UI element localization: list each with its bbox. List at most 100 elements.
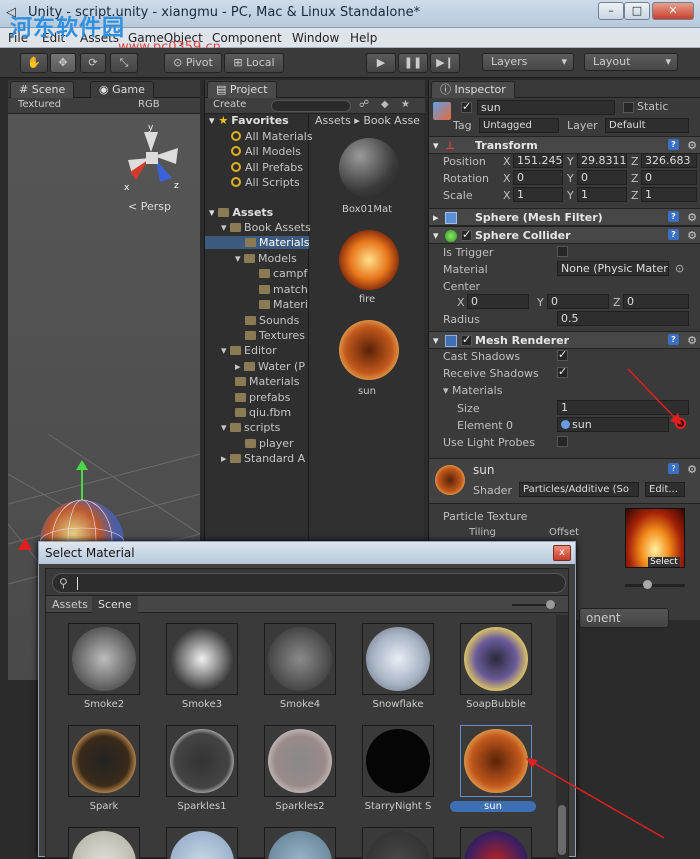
tab-project[interactable]: ▤ Project xyxy=(207,81,277,98)
close-window-button[interactable]: ✕ xyxy=(652,2,694,20)
filter-label-icon[interactable]: ◆ xyxy=(381,99,389,110)
material-thumb-snowflake[interactable] xyxy=(362,623,434,695)
tab-inspector[interactable]: ⓘ Inspector xyxy=(431,81,515,98)
thumbnail-size-thumb[interactable] xyxy=(546,600,555,609)
tree-assets[interactable]: ▾ Assets xyxy=(209,206,273,219)
tag-dropdown[interactable]: Untagged xyxy=(479,118,559,133)
center-z-field[interactable]: 0 xyxy=(623,294,689,309)
scale-z-field[interactable]: 1 xyxy=(641,187,697,202)
gear-icon[interactable]: ⚙ xyxy=(687,139,697,152)
tree-item-campf[interactable]: campf xyxy=(259,267,307,280)
scale-tool-button[interactable]: ⤡ xyxy=(110,53,138,73)
layer-dropdown[interactable]: Default xyxy=(605,118,689,133)
material-thumb-sparkles2[interactable] xyxy=(264,725,336,797)
tree-item-all-scripts[interactable]: All Scripts xyxy=(231,176,300,189)
tree-item-book-assets[interactable]: ▾ Book Assets xyxy=(221,221,311,234)
radius-field[interactable]: 0.5 xyxy=(557,311,689,326)
gear-icon[interactable]: ⚙ xyxy=(687,334,697,347)
gear-icon[interactable]: ⚙ xyxy=(687,463,697,476)
renderer-enabled-checkbox[interactable] xyxy=(461,333,472,346)
help-icon[interactable]: ? xyxy=(668,334,679,345)
help-icon[interactable]: ? xyxy=(668,463,679,474)
add-component-button[interactable]: onent xyxy=(579,608,669,628)
rotation-y-field[interactable]: 0 xyxy=(577,170,627,185)
light-probes-checkbox[interactable] xyxy=(557,436,568,447)
tree-item-materials-2[interactable]: Materials xyxy=(235,375,299,388)
particle-texture-slot[interactable]: Select xyxy=(625,508,685,568)
tree-item-materi[interactable]: Materi xyxy=(259,298,308,311)
gear-icon[interactable]: ⚙ xyxy=(687,211,697,224)
material-thumb-row3-3[interactable] xyxy=(264,827,336,859)
material-thumb-row3-4[interactable] xyxy=(362,827,434,859)
tree-item-qiu[interactable]: qiu.fbm xyxy=(235,406,291,419)
filter-type-icon[interactable]: ☍ xyxy=(359,99,369,110)
create-dropdown[interactable]: Create xyxy=(213,99,246,110)
tab-scene[interactable]: Scene xyxy=(92,596,138,613)
rgb-dropdown[interactable]: RGB xyxy=(138,99,160,110)
tree-item-player[interactable]: player xyxy=(245,437,294,450)
texture-slider-thumb[interactable] xyxy=(643,580,652,589)
shading-dropdown[interactable]: Textured xyxy=(18,99,61,110)
mesh-filter-header[interactable]: ▸ Sphere (Mesh Filter) ? ⚙ xyxy=(429,208,700,226)
material-thumb-smoke3[interactable] xyxy=(166,623,238,695)
cast-shadows-checkbox[interactable] xyxy=(557,348,568,361)
tab-assets[interactable]: Assets xyxy=(52,598,88,611)
rotation-x-field[interactable]: 0 xyxy=(513,170,563,185)
tree-item-all-prefabs[interactable]: All Prefabs xyxy=(231,161,303,174)
project-search-input[interactable] xyxy=(271,100,351,112)
help-icon[interactable]: ? xyxy=(668,139,679,150)
materials-label[interactable]: ▾ Materials xyxy=(443,384,502,397)
center-y-field[interactable]: 0 xyxy=(547,294,609,309)
position-y-field[interactable]: 29.8311 xyxy=(577,153,627,168)
maximize-button[interactable]: □ xyxy=(624,2,650,20)
is-trigger-checkbox[interactable] xyxy=(557,246,568,257)
hand-tool-button[interactable]: ✋ xyxy=(20,53,48,73)
material-thumb-smoke2[interactable] xyxy=(68,623,140,695)
dialog-search-input[interactable]: ⚲ xyxy=(52,573,566,593)
collider-material-field[interactable]: None (Physic Materi xyxy=(557,261,669,276)
move-tool-button[interactable]: ✥ xyxy=(50,53,76,73)
center-x-field[interactable]: 0 xyxy=(467,294,529,309)
scene-gizmo[interactable]: y x z xyxy=(118,122,190,194)
shader-dropdown[interactable]: Particles/Additive (So xyxy=(519,482,639,497)
tree-item-water[interactable]: ▸ Water (P xyxy=(235,360,305,373)
menu-component[interactable]: Component xyxy=(212,31,282,45)
tree-item-textures[interactable]: Textures xyxy=(245,329,305,342)
tree-item-editor[interactable]: ▾ Editor xyxy=(221,344,277,357)
material-thumb-smoke4[interactable] xyxy=(264,623,336,695)
gear-icon[interactable]: ⚙ xyxy=(687,229,697,242)
layers-dropdown[interactable]: Layers xyxy=(482,53,574,71)
collider-enabled-checkbox[interactable] xyxy=(461,228,472,241)
tree-item-match[interactable]: match xyxy=(259,283,308,296)
active-checkbox[interactable] xyxy=(461,100,472,113)
favorite-star-icon[interactable]: ★ xyxy=(401,99,410,110)
scale-y-field[interactable]: 1 xyxy=(577,187,627,202)
minimize-button[interactable]: – xyxy=(598,2,624,20)
asset-thumb-sun[interactable] xyxy=(339,320,399,380)
step-button[interactable]: ▶❙ xyxy=(430,53,460,73)
help-icon[interactable]: ? xyxy=(668,211,679,222)
material-header[interactable]: sun Shader Particles/Additive (So Edit..… xyxy=(429,458,700,504)
rotation-z-field[interactable]: 0 xyxy=(641,170,697,185)
tree-favorites[interactable]: ▾ ★ Favorites xyxy=(209,114,289,127)
static-checkbox[interactable] xyxy=(623,102,634,113)
material-thumb-soapbubble[interactable] xyxy=(460,623,532,695)
position-x-field[interactable]: 151.245 xyxy=(513,153,563,168)
scale-x-field[interactable]: 1 xyxy=(513,187,563,202)
asset-thumb-box01mat[interactable] xyxy=(339,138,399,198)
pivot-toggle[interactable]: ⊙ Pivot xyxy=(164,53,222,73)
tree-item-materials-selected[interactable]: Materials xyxy=(205,236,309,249)
dialog-title-bar[interactable]: Select Material x xyxy=(39,542,575,564)
local-toggle[interactable]: ⊞ Local xyxy=(224,53,284,73)
tree-item-all-models[interactable]: All Models xyxy=(231,145,301,158)
menu-help[interactable]: Help xyxy=(350,31,377,45)
position-z-field[interactable]: 326.683 xyxy=(641,153,697,168)
object-picker-icon[interactable]: ⊙ xyxy=(675,262,684,275)
asset-thumb-fire[interactable] xyxy=(339,230,399,290)
transform-header[interactable]: ▾ ⊥ Transform ? ⚙ xyxy=(429,136,700,154)
mesh-renderer-header[interactable]: ▾ Mesh Renderer ? ⚙ xyxy=(429,331,700,349)
menu-window[interactable]: Window xyxy=(292,31,339,45)
tree-item-scripts[interactable]: ▾ scripts xyxy=(221,421,280,434)
material-thumb-spark[interactable] xyxy=(68,725,140,797)
tree-item-all-materials[interactable]: All Materials xyxy=(231,130,313,143)
